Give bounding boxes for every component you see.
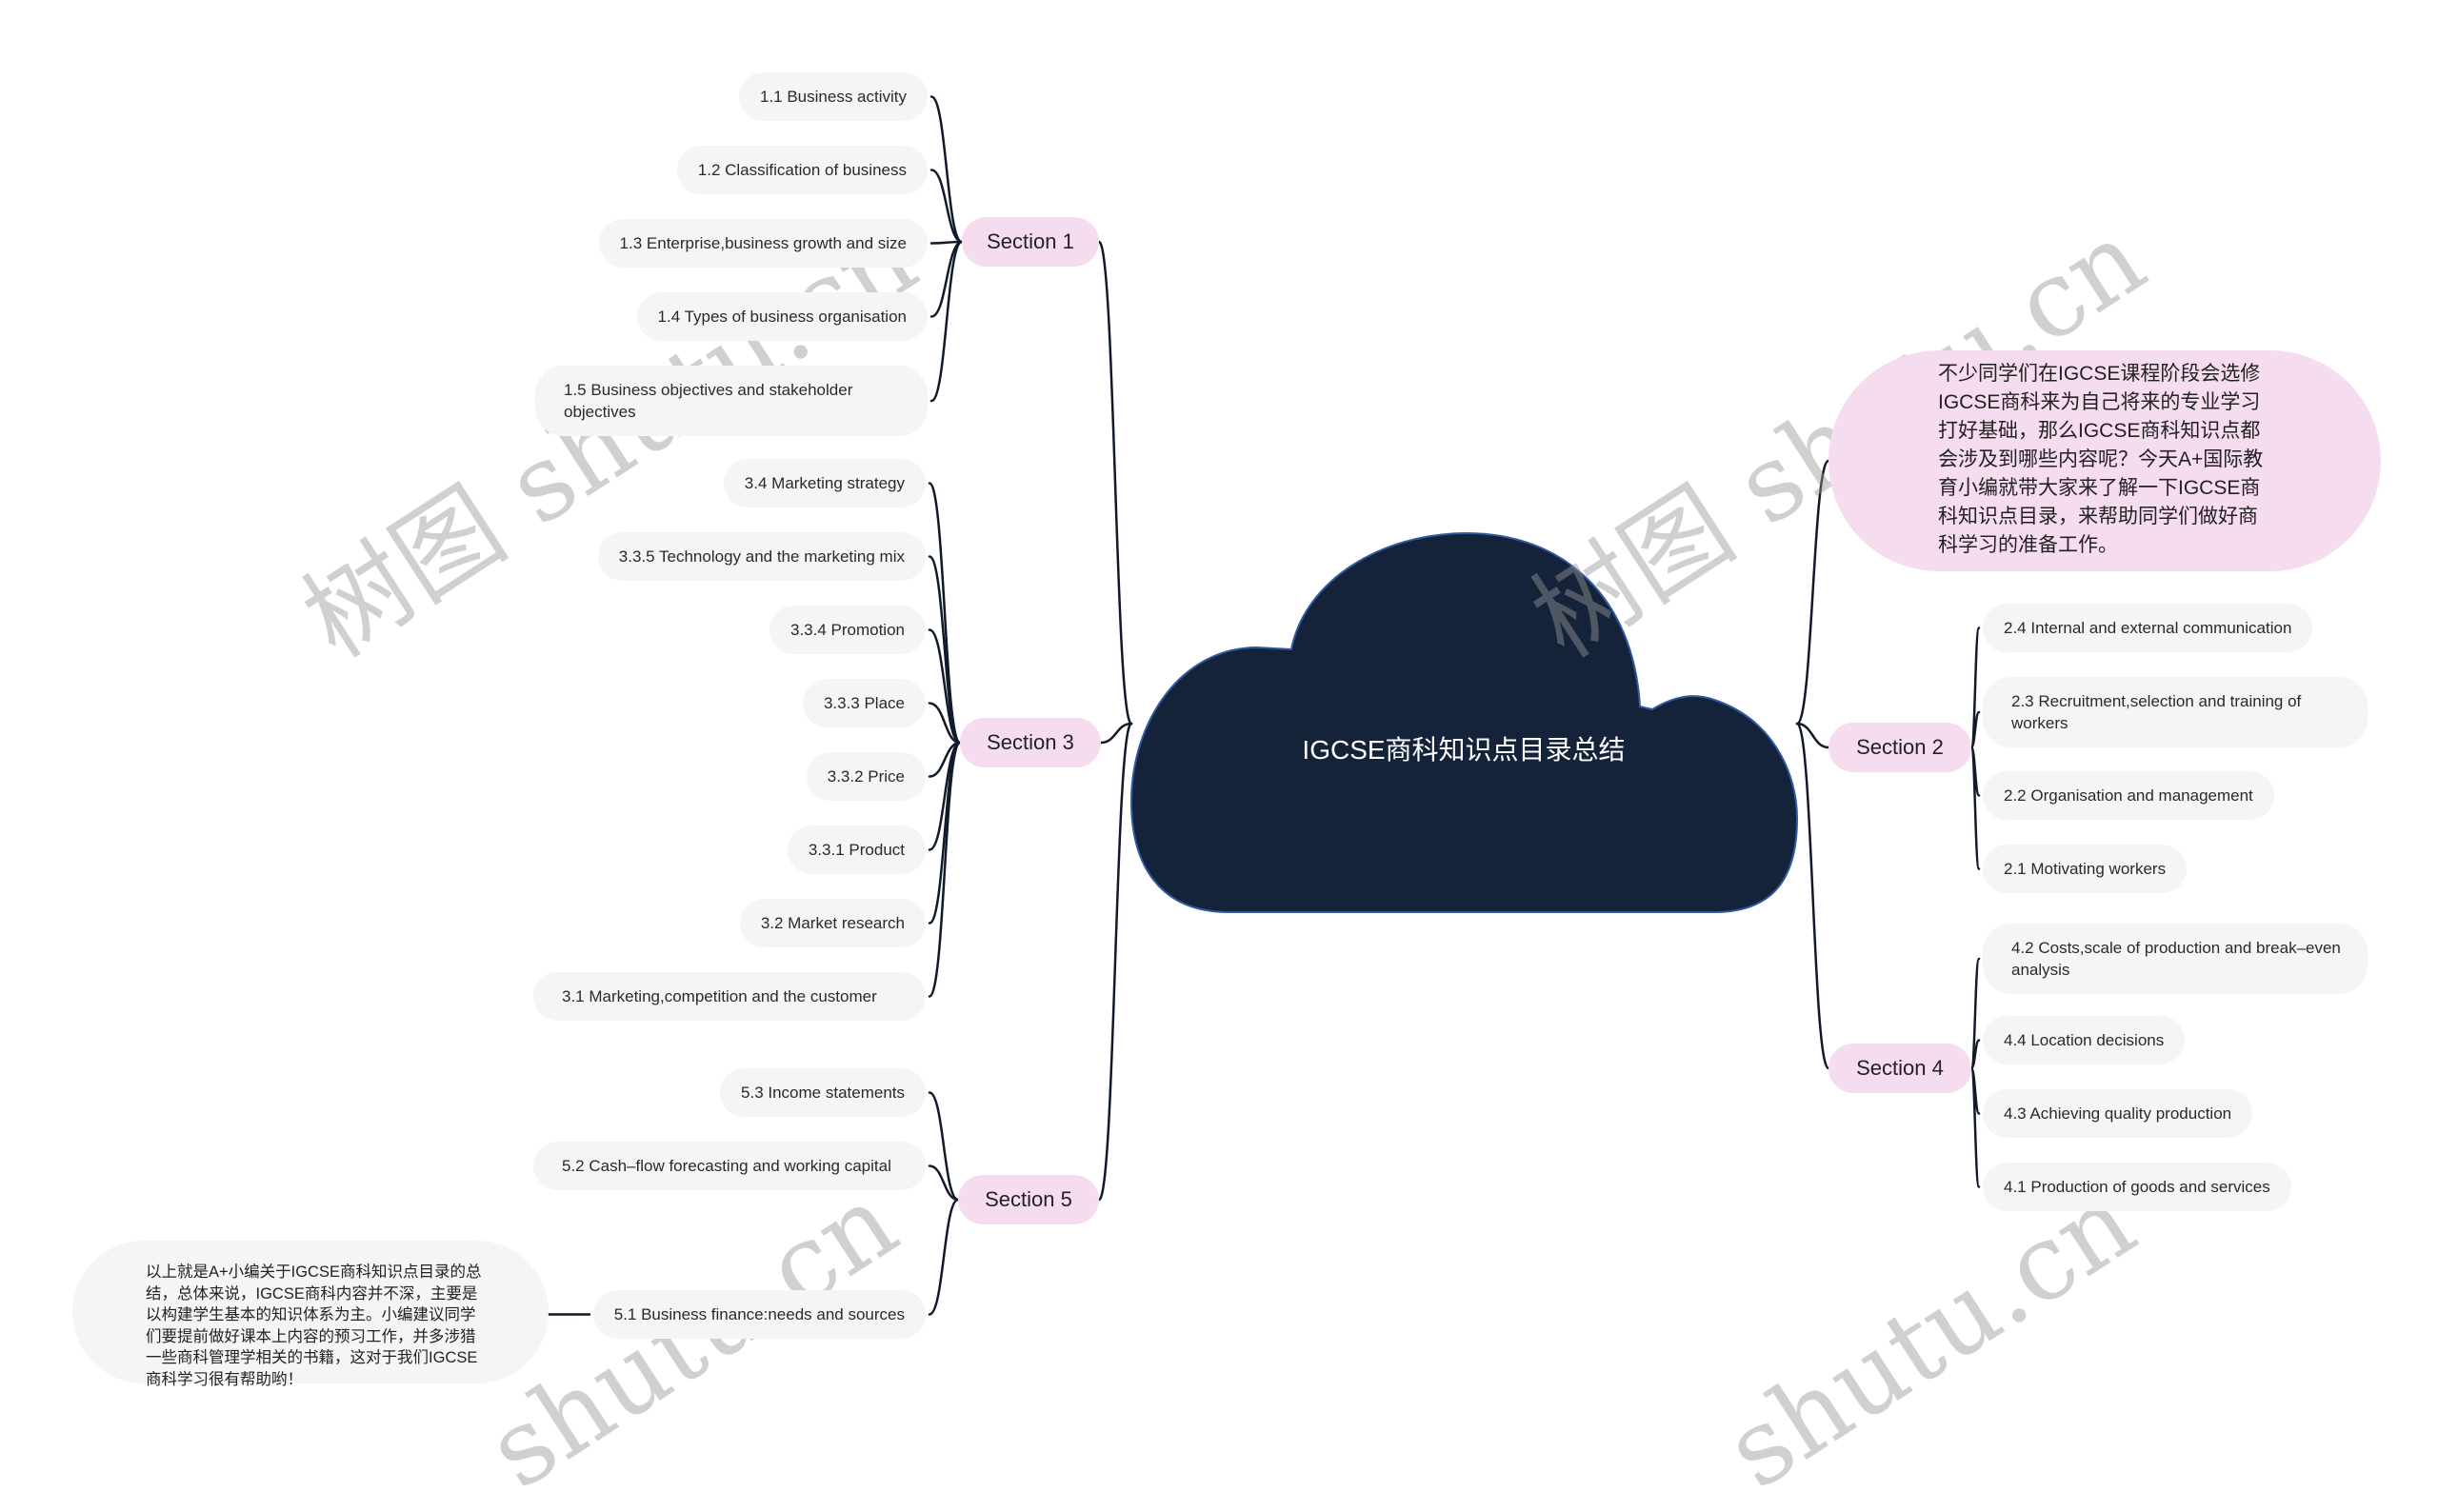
topic-1-2[interactable]: 1.2 Classification of business xyxy=(676,146,928,194)
topic-2-3[interactable]: 2.3 Recruitment,selection and training o… xyxy=(1983,677,2368,747)
topic-1-5[interactable]: 1.5 Business objectives and stakeholder … xyxy=(535,366,928,436)
section-connector xyxy=(1097,240,1133,726)
section-3-node[interactable]: Section 3 xyxy=(960,718,1101,767)
topic-1-3[interactable]: 1.3 Enterprise,business growth and size xyxy=(598,219,928,268)
central-topic-title[interactable]: IGCSE商科知识点目录总结 xyxy=(1292,731,1635,769)
topic-4-2[interactable]: 4.2 Costs,scale of production and break–… xyxy=(1983,924,2368,994)
topic-4-1[interactable]: 4.1 Production of goods and services xyxy=(1983,1163,2291,1211)
topic-4-4[interactable]: 4.4 Location decisions xyxy=(1983,1016,2186,1064)
topic-5-3[interactable]: 5.3 Income statements xyxy=(720,1068,926,1117)
topic-3-2[interactable]: 3.2 Market research xyxy=(739,899,926,947)
topic-3-1[interactable]: 3.1 Marketing,competition and the custom… xyxy=(533,972,926,1021)
topic-5-2[interactable]: 5.2 Cash–flow forecasting and working ca… xyxy=(533,1142,926,1190)
topic-1-4[interactable]: 1.4 Types of business organisation xyxy=(636,292,928,341)
topic-2-1[interactable]: 2.1 Motivating workers xyxy=(1983,845,2188,893)
topic-3-4[interactable]: 3.4 Marketing strategy xyxy=(723,459,926,507)
topic-3-3-4[interactable]: 3.3.4 Promotion xyxy=(769,606,926,654)
topic-1-1[interactable]: 1.1 Business activity xyxy=(738,72,928,121)
leaf-connector xyxy=(929,95,964,244)
section-2-node[interactable]: Section 2 xyxy=(1828,723,1971,772)
topic-3-3-5[interactable]: 3.3.5 Technology and the marketing mix xyxy=(597,532,926,581)
leaf-connector xyxy=(929,169,964,244)
topic-3-3-1[interactable]: 3.3.1 Product xyxy=(787,826,926,874)
intro-bubble-text: 不少同学们在IGCSE课程阶段会选修IGCSE商科来为自己将来的专业学习打好基础… xyxy=(1938,363,2264,556)
topic-2-2[interactable]: 2.2 Organisation and management xyxy=(1983,771,2274,820)
intro-bubble[interactable]: 不少同学们在IGCSE课程阶段会选修IGCSE商科来为自己将来的专业学习打好基础… xyxy=(1828,350,2381,571)
topic-3-3-2[interactable]: 3.3.2 Price xyxy=(806,752,926,801)
leaf-connector xyxy=(928,555,962,745)
summary-note-text: 以上就是A+小编关于IGCSE商科知识点目录的总结，总体来说，IGCSE商科内容… xyxy=(146,1263,482,1388)
central-cloud-shape xyxy=(1129,531,1799,913)
topic-4-3[interactable]: 4.3 Achieving quality production xyxy=(1983,1089,2253,1138)
leaf-connector xyxy=(928,741,962,998)
leaf-connector xyxy=(928,1198,960,1316)
section-5-node[interactable]: Section 5 xyxy=(958,1175,1099,1224)
topic-3-3-3[interactable]: 3.3.3 Place xyxy=(802,679,926,727)
section-connector xyxy=(1097,722,1133,1202)
topic-5-1[interactable]: 5.1 Business finance:needs and sources xyxy=(592,1290,926,1339)
summary-note[interactable]: 以上就是A+小编关于IGCSE商科知识点目录的总结，总体来说，IGCSE商科内容… xyxy=(72,1241,549,1388)
section-connector xyxy=(1795,722,1830,1070)
section-1-node[interactable]: Section 1 xyxy=(962,217,1099,267)
topic-2-4[interactable]: 2.4 Internal and external communication xyxy=(1983,604,2313,652)
section-4-node[interactable]: Section 4 xyxy=(1828,1044,1971,1093)
leaf-connector xyxy=(929,240,964,318)
leaf-connector xyxy=(929,240,964,403)
section-connector xyxy=(1795,459,1830,726)
leaf-connector xyxy=(928,741,962,925)
